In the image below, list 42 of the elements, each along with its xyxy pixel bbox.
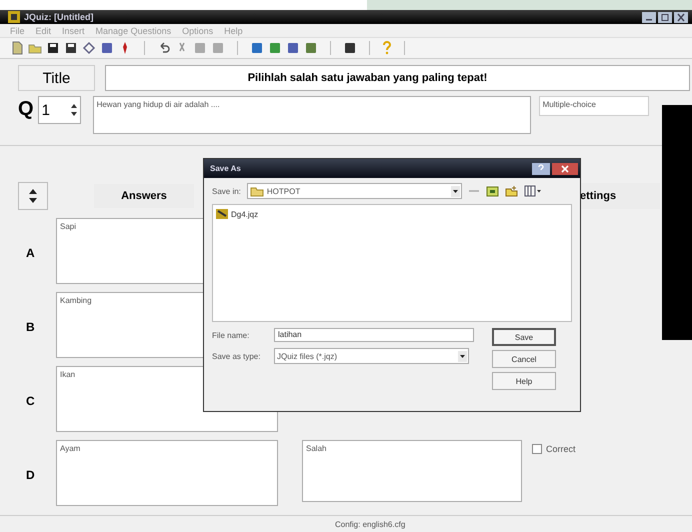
maximize-icon[interactable] [658,12,672,22]
question-type-field[interactable]: Multiple-choice [538,96,649,116]
question-label: Q [18,98,34,121]
settings-header: ettings [580,183,660,209]
title-field[interactable]: Pilihlah salah satu jawaban yang paling tepat! [105,65,690,91]
question-number-spinner[interactable]: 1 [38,96,81,124]
folder-icon [250,186,264,196]
reorder-button[interactable] [18,182,48,210]
question-field[interactable]: Hewan yang hidup di air adalah .... [92,96,531,134]
status-text: Config: english6.cfg [335,520,406,528]
feedback-field[interactable]: Salah [302,440,522,502]
answer-letter: D [25,468,36,482]
close-icon[interactable] [552,162,578,174]
dialog-button[interactable]: Cancel [492,350,556,368]
file-name-label: File name: [212,330,250,340]
answers-header: Answers [94,184,194,208]
dialog-title: Save As [210,164,241,173]
list-entry[interactable]: Dg4.jqz [215,208,258,220]
file-type-dropdown[interactable]: JQuiz files (*.jqz) [274,348,469,364]
save-icon[interactable] [46,41,60,55]
answer-field[interactable]: Ayam [56,440,278,506]
answer-letter: A [25,246,36,260]
file-name-field[interactable]: latihan [274,328,474,342]
save-as-icon[interactable] [64,41,78,55]
minimize-icon[interactable] [642,12,656,22]
app-icon [8,11,20,23]
up-down-arrows-icon[interactable] [28,188,38,204]
help-icon[interactable] [532,162,550,174]
save-in-label: Save in: [212,186,241,196]
window-title: JQuiz: [Untitled] [24,12,94,22]
save-in-dropdown[interactable]: HOTPOT [246,183,462,199]
file-type-label: Save as type: [212,352,262,360]
view-menu-icon[interactable] [524,185,542,197]
new-file-icon[interactable] [10,41,24,55]
answer-letter: C [25,394,36,408]
correct-checkbox[interactable]: Correct [532,444,576,454]
close-icon[interactable] [674,12,688,22]
dialog-button[interactable]: Save [492,328,556,346]
title-button[interactable]: Title [18,65,95,91]
answer-letter: B [25,320,36,334]
new-folder-icon[interactable] [504,185,518,197]
dialog-button[interactable]: Help [492,372,556,390]
